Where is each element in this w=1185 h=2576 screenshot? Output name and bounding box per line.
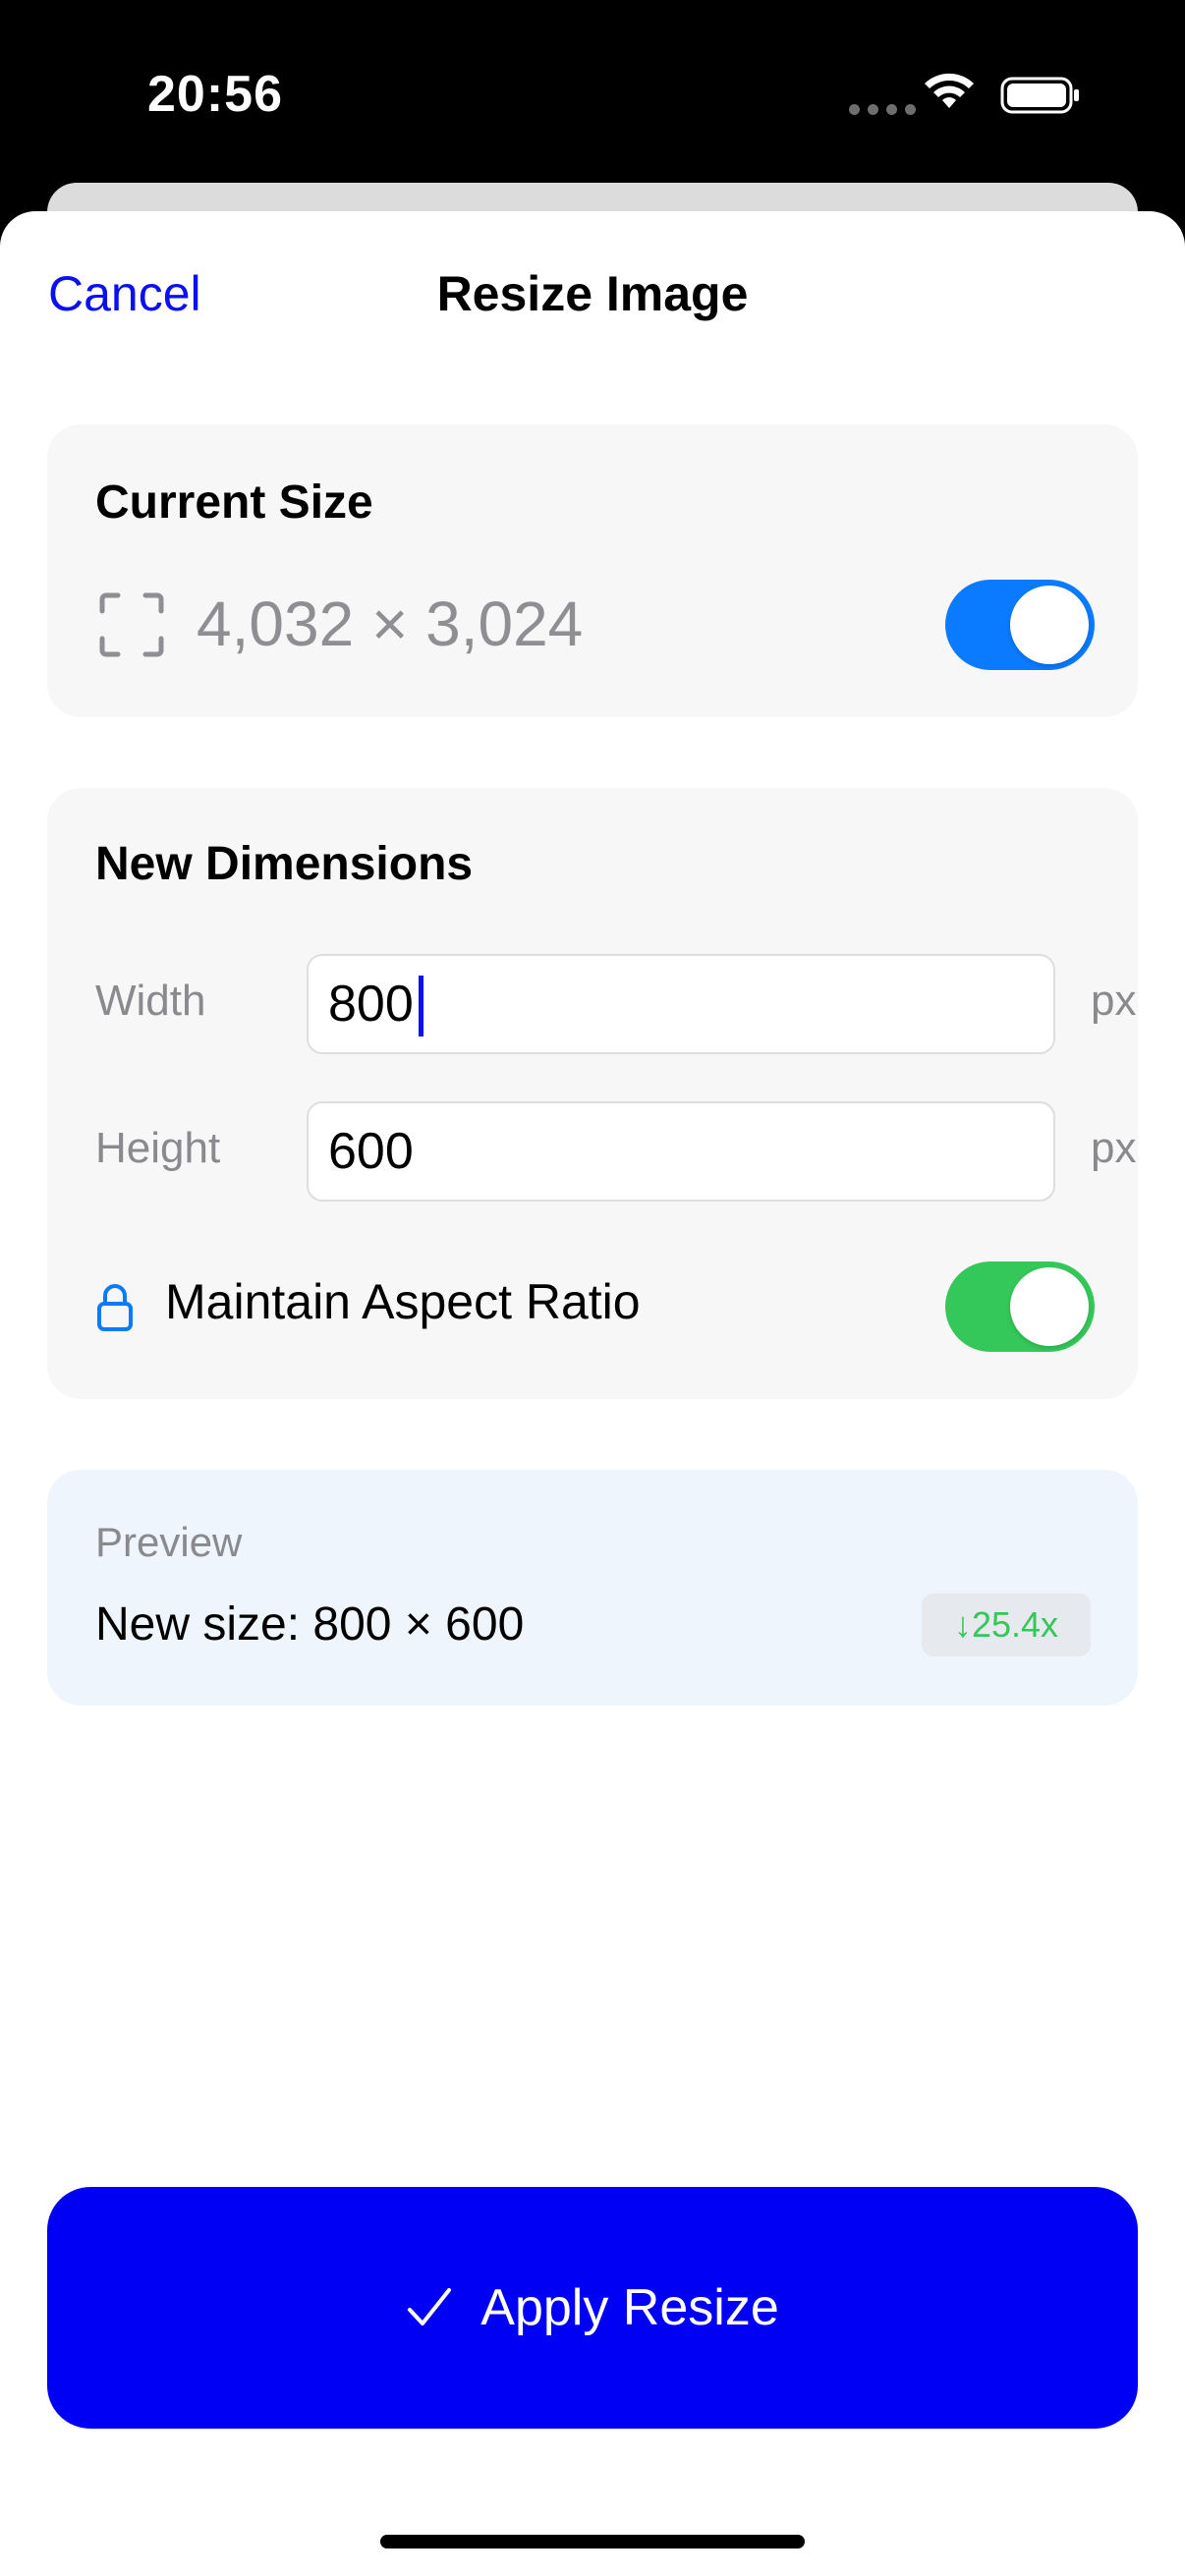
height-unit: px bbox=[1091, 1124, 1137, 1172]
battery-icon bbox=[1000, 77, 1079, 114]
apply-resize-button[interactable]: Apply Resize bbox=[47, 2187, 1138, 2429]
status-bar: 20:56 bbox=[0, 0, 1185, 187]
current-size-toggle[interactable] bbox=[945, 580, 1095, 670]
preview-card: Preview New size: 800 × 600 ↓25.4x bbox=[47, 1470, 1138, 1706]
lock-icon bbox=[97, 1284, 133, 1331]
apply-resize-label: Apply Resize bbox=[480, 2279, 779, 2336]
current-size-title: Current Size bbox=[95, 476, 373, 529]
width-unit: px bbox=[1091, 977, 1137, 1025]
width-label: Width bbox=[95, 977, 206, 1025]
current-size-value: 4,032 × 3,024 bbox=[197, 588, 584, 659]
scale-ratio-badge: ↓25.4x bbox=[922, 1594, 1091, 1656]
cancel-button[interactable]: Cancel bbox=[48, 265, 201, 322]
new-dimensions-card: New Dimensions Width px Height px Mainta… bbox=[47, 788, 1138, 1399]
resize-frame-icon bbox=[99, 592, 164, 657]
width-input[interactable] bbox=[328, 956, 1036, 1052]
height-input[interactable] bbox=[328, 1103, 1036, 1200]
aspect-ratio-toggle[interactable] bbox=[945, 1261, 1095, 1352]
height-field[interactable] bbox=[307, 1101, 1055, 1202]
text-caret bbox=[419, 976, 423, 1036]
preview-caption: Preview bbox=[95, 1519, 243, 1565]
wifi-icon bbox=[925, 73, 974, 108]
cellular-signal-icon bbox=[849, 104, 916, 115]
width-field[interactable] bbox=[307, 954, 1055, 1054]
aspect-ratio-label: Maintain Aspect Ratio bbox=[165, 1274, 641, 1329]
toggle-knob bbox=[1010, 586, 1089, 664]
preview-size-text: New size: 800 × 600 bbox=[95, 1598, 525, 1651]
status-time: 20:56 bbox=[147, 66, 283, 123]
current-size-card: Current Size 4,032 × 3,024 bbox=[47, 424, 1138, 717]
home-indicator bbox=[380, 2535, 805, 2548]
height-label: Height bbox=[95, 1124, 221, 1172]
checkmark-icon bbox=[408, 2288, 452, 2325]
new-dimensions-title: New Dimensions bbox=[95, 838, 474, 890]
toggle-knob bbox=[1010, 1267, 1089, 1346]
